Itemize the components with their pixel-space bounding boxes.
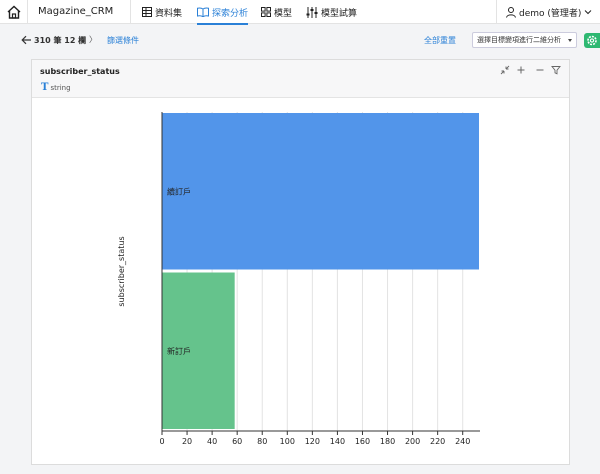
sliders-icon	[306, 6, 318, 18]
nav-item-model[interactable]: 模型	[261, 0, 292, 24]
reset-all-link[interactable]: 全部重置	[424, 35, 456, 46]
chevron-right-icon: 〉	[89, 35, 97, 44]
home-icon[interactable]	[6, 4, 22, 20]
x-tick-label: 0	[159, 437, 164, 446]
select-value: 選擇目標變項進行二維分析	[477, 36, 561, 44]
chevron-down-icon	[585, 10, 592, 15]
bar[interactable]	[162, 113, 479, 270]
grid-icon	[261, 7, 271, 17]
nav-item-model-trial[interactable]: 模型試算	[306, 0, 357, 24]
filter-conditions-link[interactable]: 篩選條件	[107, 35, 139, 46]
toolbar: 310 筆 12 欄 〉 篩選條件 全部重置 選擇目標變項進行二維分析	[0, 30, 600, 50]
x-tick-label: 100	[280, 437, 295, 446]
x-tick-label: 140	[330, 437, 345, 446]
table-icon	[142, 7, 152, 17]
nav-label: 探索分析	[212, 8, 249, 19]
x-tick-label: 20	[182, 437, 192, 446]
user-name: demo (管理者)	[519, 8, 582, 19]
nav-item-explore[interactable]: 探索分析	[197, 0, 249, 25]
x-tick-label: 160	[355, 437, 370, 446]
app-title: Magazine_CRM	[38, 6, 114, 17]
caret-down-icon	[568, 39, 572, 42]
bar-label: 新訂戶	[167, 346, 191, 356]
x-tick-label: 40	[207, 437, 217, 446]
x-tick-label: 120	[305, 437, 320, 446]
divider	[496, 0, 497, 24]
gear-icon	[587, 35, 597, 46]
variable-card: subscriber_status T string 續訂戶 新訂戶 0 20 40 6…	[31, 59, 570, 465]
nav-label: 模型	[274, 8, 293, 19]
x-tick-label: 200	[405, 437, 420, 446]
nav-label: 資料集	[155, 8, 183, 19]
book-icon	[197, 7, 209, 17]
settings-button[interactable]	[584, 33, 600, 48]
nav-label: 模型試算	[321, 8, 358, 19]
x-tick-label: 60	[232, 437, 242, 446]
x-tick-label: 80	[257, 437, 267, 446]
x-tick-label: 240	[455, 437, 470, 446]
user-menu[interactable]: demo (管理者)	[506, 0, 595, 24]
y-axis-label: subscriber_status	[117, 236, 126, 306]
target-variable-select[interactable]: 選擇目標變項進行二維分析	[472, 32, 577, 48]
nav-item-dataset[interactable]: 資料集	[142, 0, 182, 24]
back-arrow-icon[interactable]	[21, 35, 32, 45]
bar-chart: 續訂戶新訂戶 0 20 40 60 80 100 120 140 160 180 200 220 240…	[117, 112, 480, 446]
top-navigation-bar: Magazine_CRM 資料集 探索分析 模型 模型試算 demo (管理者)	[0, 0, 600, 25]
x-tick-label: 180	[380, 437, 395, 446]
bar-label: 續訂戶	[167, 186, 191, 196]
divider	[130, 0, 131, 24]
user-icon	[506, 6, 516, 18]
x-tick-label: 220	[430, 437, 445, 446]
divider	[27, 0, 28, 24]
record-count: 310 筆 12 欄	[34, 36, 87, 45]
